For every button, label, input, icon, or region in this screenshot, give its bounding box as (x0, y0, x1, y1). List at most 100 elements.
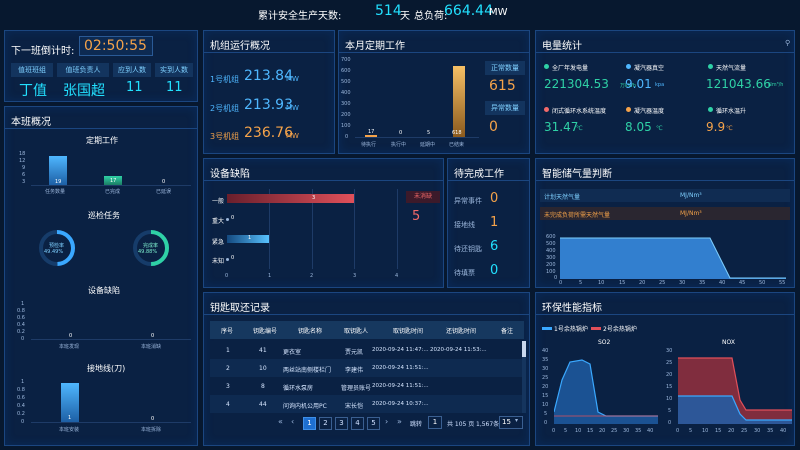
pager-page-button[interactable]: 4 (351, 417, 364, 430)
shift-leader-value: 张国超 (63, 83, 105, 99)
nox-xtick: 35 (767, 428, 774, 434)
legend-label: 2号余热锅炉 (603, 326, 637, 333)
pager-next-icon[interactable]: › (385, 417, 388, 426)
monthly-x-label: 延期中 (420, 142, 436, 148)
so2-xtick: 10 (575, 428, 582, 434)
pager-prev-icon[interactable]: ‹ (291, 417, 294, 426)
table-cell: 10 (259, 365, 267, 372)
nox-ytick: 30 (666, 348, 673, 354)
keys-col-header: 钥匙名称 (298, 328, 323, 335)
nox-ytick: 25 (666, 360, 673, 366)
nox-ytick: 15 (666, 384, 673, 390)
nox-ytick: 5 (668, 408, 672, 414)
ground-x-label: 本班安装 (59, 427, 80, 433)
keys-col-header: 取钥匙人 (344, 328, 369, 335)
nox-xtick: 30 (754, 428, 761, 434)
defect-x-label: 本班发现 (59, 344, 80, 350)
monthly-x-label: 待执行 (361, 142, 377, 148)
task-chart: 18 12 9 6 3 19 17 0 任务数量 已完成 已延误 (9, 151, 195, 197)
overview-panel: 本班概况 定期工作 18 12 9 6 3 19 17 0 任务数量 已完成 已… (4, 106, 198, 446)
keys-col-header: 序号 (221, 328, 234, 335)
so2-ytick: 20 (542, 384, 549, 390)
gas-plan-label: 计划天然气量 (544, 194, 581, 201)
monthly-x-label: 执行中 (391, 142, 407, 148)
table-scrollbar-thumb[interactable] (522, 341, 526, 357)
shift-header-team: 值班班组 (11, 63, 53, 77)
safe-days-unit: 天 (400, 11, 410, 22)
inspect-title: 巡检任务 (88, 211, 120, 220)
env-title: 环保性能指标 (542, 303, 602, 314)
task-ytick: 12 (19, 158, 26, 164)
pager-goto-input[interactable]: 1 (428, 416, 442, 429)
so2-xtick: 5 (564, 428, 568, 434)
nox-xtick: 25 (741, 428, 748, 434)
defects-bar-value: 1 (248, 235, 252, 241)
monthly-ytick: 0 (345, 134, 349, 140)
countdown-value: 02:50:55 (84, 38, 147, 54)
ground-ytick: 0.8 (17, 387, 25, 393)
table-cell: 更衣室 (283, 349, 302, 356)
pager-page-button[interactable]: 2 (319, 417, 332, 430)
pager-first-icon[interactable]: « (278, 417, 283, 426)
keys-col-header: 钥匙编号 (253, 328, 278, 335)
table-row[interactable] (210, 359, 522, 377)
power-item-value: 9.01 (625, 77, 652, 91)
table-cell: 2020-09-24 10:37:... (372, 401, 429, 407)
power-item-label: 凝汽器真空 (634, 65, 665, 72)
gas-forecast-label: 未完成负荷所需天然气量 (544, 212, 611, 219)
power-item-label: 天然气流量 (716, 65, 747, 72)
defects-bar-dot (226, 258, 229, 261)
power-item-unit: ℃ (726, 125, 733, 132)
so2-ytick: 0 (544, 420, 548, 426)
table-cell: 44 (259, 401, 267, 408)
gas-title: 智能储气量判断 (542, 169, 612, 180)
defects-bar-value: 0 (231, 255, 235, 261)
table-cell: 8 (261, 383, 265, 390)
so2-xtick: 20 (599, 428, 606, 434)
pager-page-button[interactable]: 1 (303, 417, 316, 430)
pending-label: 待还钥匙 (454, 245, 482, 253)
nox-title: NOX (722, 339, 735, 346)
shift-actual-value: 11 (166, 80, 183, 95)
pager-size-select[interactable]: 15 (499, 416, 523, 429)
unit-3-label: 3号机组 (210, 132, 240, 141)
so2-xtick: 30 (623, 428, 630, 434)
gas-xtick: 40 (719, 280, 726, 286)
defect-bar-value: 0 (69, 333, 73, 339)
nox-xtick: 40 (780, 428, 787, 434)
chevron-down-icon[interactable]: ▾ (515, 417, 518, 424)
task-bar-done-value: 17 (110, 178, 117, 184)
task-chart-title: 定期工作 (86, 136, 118, 145)
defects-x-tick: 0 (225, 273, 229, 279)
pager-page-button[interactable]: 5 (367, 417, 380, 430)
load-unit: MW (489, 7, 508, 18)
ground-chart: 1 0.8 0.6 0.4 0.2 0 1 0 本班安装 本班拆除 (9, 379, 195, 439)
pending-value: 0 (490, 263, 499, 278)
task-ytick: 3 (22, 179, 26, 185)
task-x-label: 任务数量 (45, 189, 66, 195)
defects-x-tick: 1 (268, 273, 272, 279)
unit-3-unit: MW (286, 132, 299, 140)
pager-page-button[interactable]: 3 (335, 417, 348, 430)
search-icon[interactable]: ⚲ (785, 39, 790, 47)
gas-panel: 智能储气量判断 计划天然气量 MJ/Nm³ 未完成负荷所需天然气量 MJ/Nm³… (535, 158, 795, 288)
defect-bar-value: 0 (151, 333, 155, 339)
ground-bar-value: 0 (151, 416, 155, 422)
monthly-ytick: 600 (341, 68, 351, 74)
keys-col-header: 备注 (501, 328, 514, 335)
task-ytick: 18 (19, 151, 26, 157)
power-item-unit: kpa (655, 82, 665, 88)
power-title: 电量统计 (542, 41, 582, 52)
pager-last-icon[interactable]: » (397, 417, 402, 426)
monthly-abnormal-value: 0 (489, 119, 498, 135)
gas-xtick: 50 (759, 280, 766, 286)
table-cell: 贾元凯 (345, 349, 364, 356)
inspect-done-label: 完成率 (143, 243, 159, 249)
table-cell: 4 (226, 401, 230, 408)
defects-chart: 一般 重大 紧急 未知 3 0 1 0 0 1 2 3 4 (206, 189, 401, 285)
power-dot-icon (544, 107, 549, 112)
monthly-bar-value: 17 (368, 129, 375, 135)
table-cell: 两丝站南侧楼栏门 (283, 367, 332, 374)
table-row[interactable] (210, 395, 522, 413)
task-bar-late-value: 0 (162, 179, 166, 185)
